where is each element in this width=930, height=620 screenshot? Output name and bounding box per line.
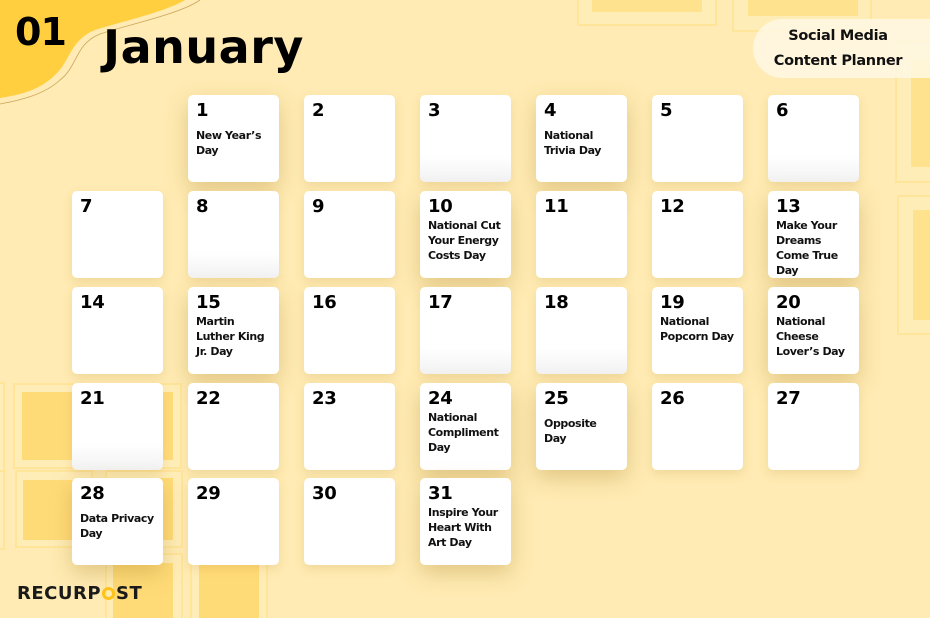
month-number: 01: [15, 10, 67, 54]
day-number: 30: [312, 483, 337, 504]
day-number: 1: [196, 100, 209, 121]
day-event-label: National Cut Your Energy Costs Day: [428, 219, 501, 262]
day-number: 8: [196, 196, 209, 217]
day-cell-27[interactable]: 27: [768, 383, 859, 470]
day-cell-3[interactable]: 3: [420, 95, 511, 182]
month-title: January: [103, 20, 304, 74]
day-number: 12: [660, 196, 685, 217]
day-cell-23[interactable]: 23: [304, 383, 395, 470]
day-number: 19: [660, 292, 685, 313]
day-cell-29[interactable]: 29: [188, 478, 279, 565]
day-cell-31[interactable]: 31 Inspire Your Heart With Art Day: [420, 478, 511, 565]
day-cell-13[interactable]: 13 Make Your Dreams Come True Day: [768, 191, 859, 278]
day-cell-1[interactable]: 1 New Year’s Day: [188, 95, 279, 182]
day-cell-25[interactable]: 25 Opposite Day: [536, 383, 627, 470]
day-cell-2[interactable]: 2: [304, 95, 395, 182]
day-number: 16: [312, 292, 337, 313]
day-cell-16[interactable]: 16: [304, 287, 395, 374]
day-cell-22[interactable]: 22: [188, 383, 279, 470]
day-number: 31: [428, 483, 453, 504]
deco-square: [913, 210, 930, 320]
day-cell-18[interactable]: 18: [536, 287, 627, 374]
day-number: 10: [428, 196, 453, 217]
logo-text-end: ST: [116, 583, 143, 604]
day-number: 4: [544, 100, 557, 121]
day-number: 2: [312, 100, 325, 121]
day-number: 29: [196, 483, 221, 504]
day-cell-28[interactable]: 28 Data Privacy Day: [72, 478, 163, 565]
day-cell-20[interactable]: 20 National Cheese Lover’s Day: [768, 287, 859, 374]
day-number: 18: [544, 292, 569, 313]
day-number: 24: [428, 388, 453, 409]
day-cell-8[interactable]: 8: [188, 191, 279, 278]
day-cell-30[interactable]: 30: [304, 478, 395, 565]
planner-title-badge: Social Media Content Planner: [753, 19, 930, 78]
day-cell-9[interactable]: 9: [304, 191, 395, 278]
day-number: 17: [428, 292, 453, 313]
day-number: 26: [660, 388, 685, 409]
day-event-label: Data Privacy Day: [80, 512, 154, 540]
day-number: 7: [80, 196, 93, 217]
day-cell-7[interactable]: 7: [72, 191, 163, 278]
day-number: 14: [80, 292, 105, 313]
planner-title-line2: Content Planner: [773, 52, 903, 69]
day-cell-14[interactable]: 14: [72, 287, 163, 374]
day-cell-19[interactable]: 19 National Popcorn Day: [652, 287, 743, 374]
day-event-label: Opposite Day: [544, 417, 597, 445]
day-number: 9: [312, 196, 325, 217]
day-cell-17[interactable]: 17: [420, 287, 511, 374]
day-event-label: Make Your Dreams Come True Day: [776, 219, 838, 277]
day-number: 21: [80, 388, 105, 409]
day-number: 22: [196, 388, 221, 409]
day-event-label: National Trivia Day: [544, 129, 602, 157]
day-cell-24[interactable]: 24 National Compliment Day: [420, 383, 511, 470]
day-event-label: National Cheese Lover’s Day: [776, 315, 845, 358]
day-number: 15: [196, 292, 221, 313]
day-cell-10[interactable]: 10 National Cut Your Energy Costs Day: [420, 191, 511, 278]
day-number: 3: [428, 100, 441, 121]
day-cell-21[interactable]: 21: [72, 383, 163, 470]
logo-text-start: RECURP: [17, 583, 102, 604]
day-number: 6: [776, 100, 789, 121]
day-number: 13: [776, 196, 801, 217]
day-event-label: Martin Luther King Jr. Day: [196, 315, 265, 358]
day-cell-26[interactable]: 26: [652, 383, 743, 470]
day-cell-12[interactable]: 12: [652, 191, 743, 278]
deco-square: [0, 382, 5, 472]
deco-square: [592, 0, 702, 12]
day-number: 27: [776, 388, 801, 409]
day-number: 25: [544, 388, 569, 409]
recurpost-logo: RECURP ST: [17, 583, 142, 604]
deco-square: [748, 0, 858, 16]
day-event-label: New Year’s Day: [196, 129, 262, 157]
day-cell-6[interactable]: 6: [768, 95, 859, 182]
day-number: 11: [544, 196, 569, 217]
deco-square: [0, 470, 5, 550]
day-number: 23: [312, 388, 337, 409]
day-cell-11[interactable]: 11: [536, 191, 627, 278]
day-cell-4[interactable]: 4 National Trivia Day: [536, 95, 627, 182]
day-number: 20: [776, 292, 801, 313]
day-number: 5: [660, 100, 673, 121]
day-event-label: National Popcorn Day: [660, 315, 734, 343]
deco-square: [199, 563, 259, 618]
deco-square: [23, 480, 75, 540]
clock-o-icon: [102, 587, 116, 600]
day-event-label: Inspire Your Heart With Art Day: [428, 506, 498, 549]
day-number: 28: [80, 483, 105, 504]
day-cell-15[interactable]: 15 Martin Luther King Jr. Day: [188, 287, 279, 374]
day-event-label: National Compliment Day: [428, 411, 499, 454]
calendar-page: 01 January Social Media Content Planner …: [0, 0, 930, 618]
day-cell-5[interactable]: 5: [652, 95, 743, 182]
planner-title-line1: Social Media: [788, 27, 888, 44]
